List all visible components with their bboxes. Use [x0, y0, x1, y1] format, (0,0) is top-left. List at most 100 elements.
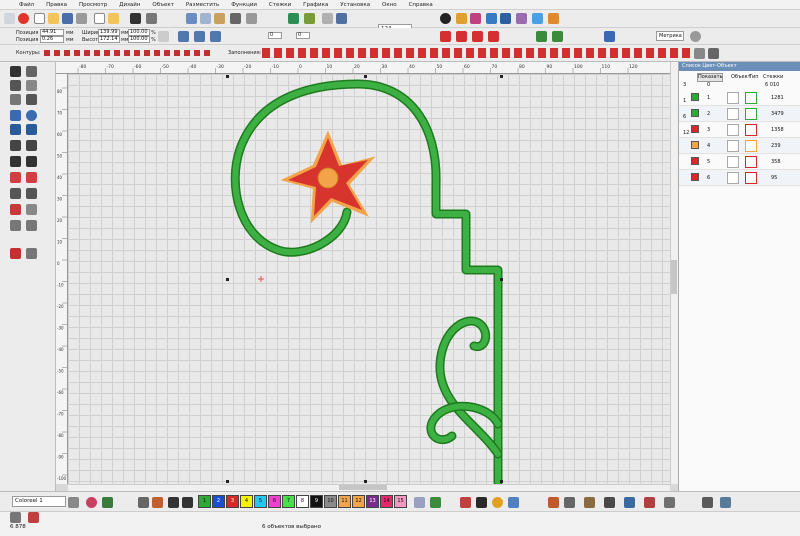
menu-file[interactable]: Файл	[14, 0, 39, 10]
travel-icon[interactable]	[548, 497, 559, 508]
save-disk-icon[interactable]	[130, 13, 141, 24]
blend-icon[interactable]	[460, 497, 471, 508]
horizontal-scroll-thumb[interactable]	[339, 485, 387, 490]
motif-icon[interactable]	[26, 172, 37, 183]
circle-tool-icon[interactable]	[26, 110, 37, 121]
edit-nodes-icon[interactable]	[26, 220, 37, 231]
lettering-icon[interactable]	[604, 31, 615, 42]
production-icon[interactable]	[516, 13, 527, 24]
turning-fill-icon[interactable]	[26, 140, 37, 151]
vertical-scroll-thumb[interactable]	[671, 260, 677, 294]
palette-swatch[interactable]: 6	[268, 495, 281, 508]
menu-window[interactable]: Окно	[377, 0, 402, 10]
edit-icon[interactable]	[10, 512, 21, 523]
stitch-player-icon[interactable]	[288, 13, 299, 24]
height-percent-input[interactable]: 100.00	[128, 36, 150, 43]
stem-curl-outline[interactable]	[230, 79, 503, 484]
lock-proportions-icon[interactable]	[158, 31, 169, 42]
machine-icon[interactable]	[500, 13, 511, 24]
height-input[interactable]: 172.14	[98, 36, 120, 43]
skew-angle-input[interactable]: 0	[296, 32, 310, 39]
export-icon[interactable]	[548, 13, 559, 24]
cloud-icon[interactable]	[532, 13, 543, 24]
object-row[interactable]: 2 3479	[679, 106, 800, 122]
tatami-icon[interactable]	[472, 31, 483, 42]
trim-icon[interactable]	[492, 497, 503, 508]
palette-swatch[interactable]: 1	[198, 495, 211, 508]
pan-icon[interactable]	[26, 80, 37, 91]
selection-handles[interactable]	[226, 75, 503, 483]
object-row[interactable]: 6 95	[679, 170, 800, 186]
palette-swatch[interactable]: 2	[212, 495, 225, 508]
menu-edit[interactable]: Правка	[41, 0, 72, 10]
thread-chart-select[interactable]: Coloreel 1	[12, 496, 66, 507]
align-icon[interactable]	[178, 31, 189, 42]
shapes-icon[interactable]	[552, 31, 563, 42]
new-file-icon[interactable]	[34, 13, 45, 24]
fabric-icon[interactable]	[584, 497, 595, 508]
repeat-icon[interactable]	[28, 512, 39, 523]
complex-fill-icon[interactable]	[10, 140, 21, 151]
palette-swatch[interactable]: 9	[310, 495, 323, 508]
menu-stitches[interactable]: Стежки	[264, 0, 296, 10]
menu-functions[interactable]: Функции	[226, 0, 262, 10]
paste-icon[interactable]	[214, 13, 225, 24]
monogram-icon[interactable]	[26, 188, 37, 199]
density-icon[interactable]	[644, 497, 655, 508]
palette-swatch[interactable]: 14	[380, 495, 393, 508]
object-row[interactable]: 1 1281	[679, 90, 800, 106]
connector-icon[interactable]	[664, 497, 675, 508]
undo-icon[interactable]	[230, 13, 241, 24]
position-y-input[interactable]: 0.26	[40, 36, 64, 43]
palette-swatch[interactable]: 5	[254, 495, 267, 508]
palette-swatch[interactable]: 11	[338, 495, 351, 508]
new-icon[interactable]	[94, 13, 105, 24]
flower[interactable]	[280, 130, 376, 224]
knife-icon[interactable]	[26, 204, 37, 215]
stop-sequence-icon[interactable]	[476, 497, 487, 508]
menu-object[interactable]: Объект	[147, 0, 179, 10]
palette-swatch[interactable]: 12	[352, 495, 365, 508]
thread-spool-icon[interactable]	[414, 497, 425, 508]
info-icon[interactable]	[440, 13, 451, 24]
object-row[interactable]: 5 358	[679, 154, 800, 170]
palette-swatch[interactable]: 4	[240, 495, 253, 508]
show-button[interactable]: Показать	[697, 73, 723, 82]
zoom-tool-icon[interactable]	[10, 94, 21, 105]
printer-icon[interactable]	[146, 13, 157, 24]
select-arrow-icon[interactable]	[10, 66, 21, 77]
palette-swatch[interactable]: 3	[226, 495, 239, 508]
rotate-angle-input[interactable]: 0	[268, 32, 282, 39]
run-stitch-icon[interactable]	[10, 156, 21, 167]
measure-icon[interactable]	[26, 94, 37, 105]
design-properties-icon[interactable]	[456, 13, 467, 24]
trace-icon[interactable]	[304, 13, 315, 24]
stem-curl[interactable]	[232, 81, 501, 484]
stitch-angle-icon[interactable]	[26, 248, 37, 259]
applique-tool-icon[interactable]	[10, 204, 21, 215]
snap-icon[interactable]	[336, 13, 347, 24]
digitize-icon[interactable]	[10, 110, 21, 121]
wilcom-logo-icon[interactable]	[18, 13, 29, 24]
settings-gear-icon[interactable]	[690, 31, 701, 42]
color-film-icon[interactable]	[470, 13, 481, 24]
folder-icon[interactable]	[108, 13, 119, 24]
layers-icon[interactable]	[702, 497, 713, 508]
outline-styles-strip[interactable]	[44, 50, 214, 56]
palette-swatch[interactable]: 13	[366, 495, 379, 508]
redo-icon[interactable]	[246, 13, 257, 24]
view-3d-icon[interactable]	[694, 48, 705, 59]
menu-setup[interactable]: Установка	[335, 0, 375, 10]
applique-icon[interactable]	[488, 31, 499, 42]
palette-swatch[interactable]: 8	[296, 495, 309, 508]
position-x-input[interactable]: 44.91	[40, 29, 64, 36]
hoop-icon[interactable]	[486, 13, 497, 24]
show-grid-icon[interactable]	[322, 13, 333, 24]
rotate-icon[interactable]	[210, 31, 221, 42]
column-a-icon[interactable]	[10, 124, 21, 135]
paint-bucket-icon[interactable]	[102, 497, 113, 508]
object-row[interactable]: 4 239	[679, 138, 800, 154]
reshape-icon[interactable]	[26, 66, 37, 77]
menu-design[interactable]: Дизайн	[114, 0, 145, 10]
menu-graphics[interactable]: Графика	[298, 0, 333, 10]
